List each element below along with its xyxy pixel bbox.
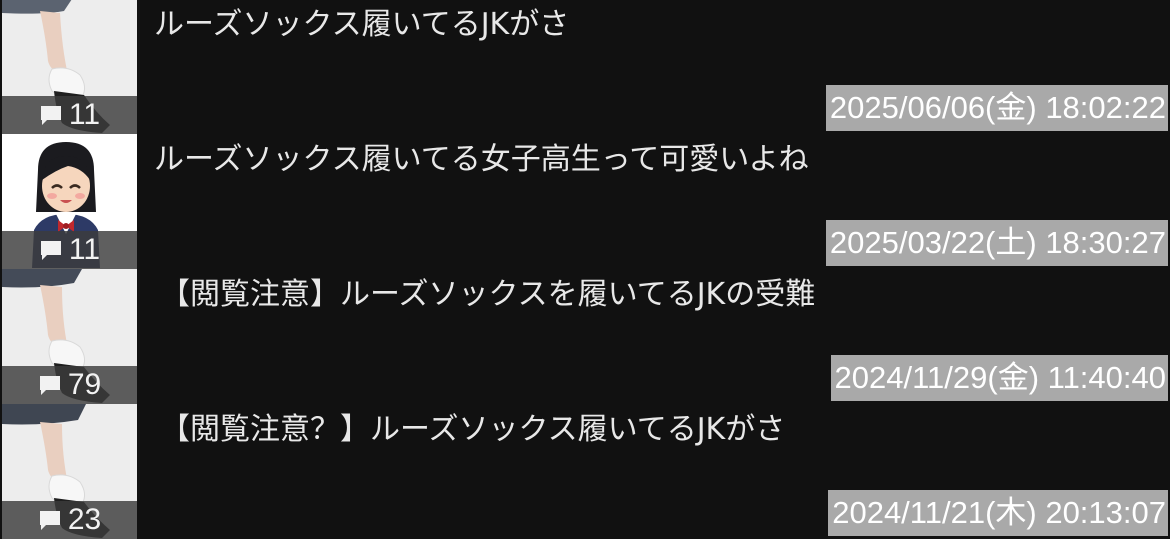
thread-thumbnail[interactable]: 11 (2, 0, 137, 134)
thread-title[interactable]: 【閲覧注意】ルーズソックスを履いてるJKの受難 (160, 275, 815, 315)
thread-item[interactable]: 23 【閲覧注意？】ルーズソックス履いてるJKがさ 2024/11/21(木) … (0, 404, 1170, 539)
comment-count: 11 (68, 233, 101, 266)
comment-count-bar: 79 (2, 366, 137, 404)
thread-list: 11 ルーズソックス履いてるJKがさ 2025/06/06(金) 18:02:2… (0, 0, 1170, 539)
comment-count-bar: 11 (2, 231, 137, 269)
thread-thumbnail[interactable]: 11 (2, 134, 137, 269)
thread-thumbnail[interactable]: 79 (2, 269, 137, 404)
comment-bubble-icon (39, 376, 60, 395)
comment-bubble-icon (40, 106, 61, 125)
comment-count: 79 (67, 368, 102, 401)
thread-date: 2025/03/22(土) 18:30:27 (825, 220, 1168, 266)
thread-thumbnail[interactable]: 23 (2, 404, 137, 539)
comment-count: 11 (68, 98, 101, 131)
thread-item[interactable]: 79 【閲覧注意】ルーズソックスを履いてるJKの受難 2024/11/29(金)… (0, 269, 1170, 404)
comment-bubble-icon (39, 511, 60, 530)
thread-title[interactable]: ルーズソックス履いてるJKがさ (154, 5, 569, 45)
thread-date: 2024/11/21(木) 20:13:07 (828, 490, 1168, 536)
thread-item[interactable]: 11 ルーズソックス履いてるJKがさ 2025/06/06(金) 18:02:2… (0, 0, 1170, 134)
comment-count-bar: 23 (2, 501, 137, 539)
thread-date: 2025/06/06(金) 18:02:22 (825, 85, 1168, 131)
thread-title[interactable]: 【閲覧注意？】ルーズソックス履いてるJKがさ (160, 410, 785, 450)
comment-count-bar: 11 (2, 96, 137, 134)
thread-item[interactable]: 11 ルーズソックス履いてる女子高生って可愛いよね 2025/03/22(土) … (0, 134, 1170, 269)
comment-count: 23 (67, 503, 102, 536)
thread-title[interactable]: ルーズソックス履いてる女子高生って可愛いよね (154, 140, 809, 180)
thread-date: 2024/11/29(金) 11:40:40 (830, 355, 1168, 401)
comment-bubble-icon (40, 241, 61, 260)
